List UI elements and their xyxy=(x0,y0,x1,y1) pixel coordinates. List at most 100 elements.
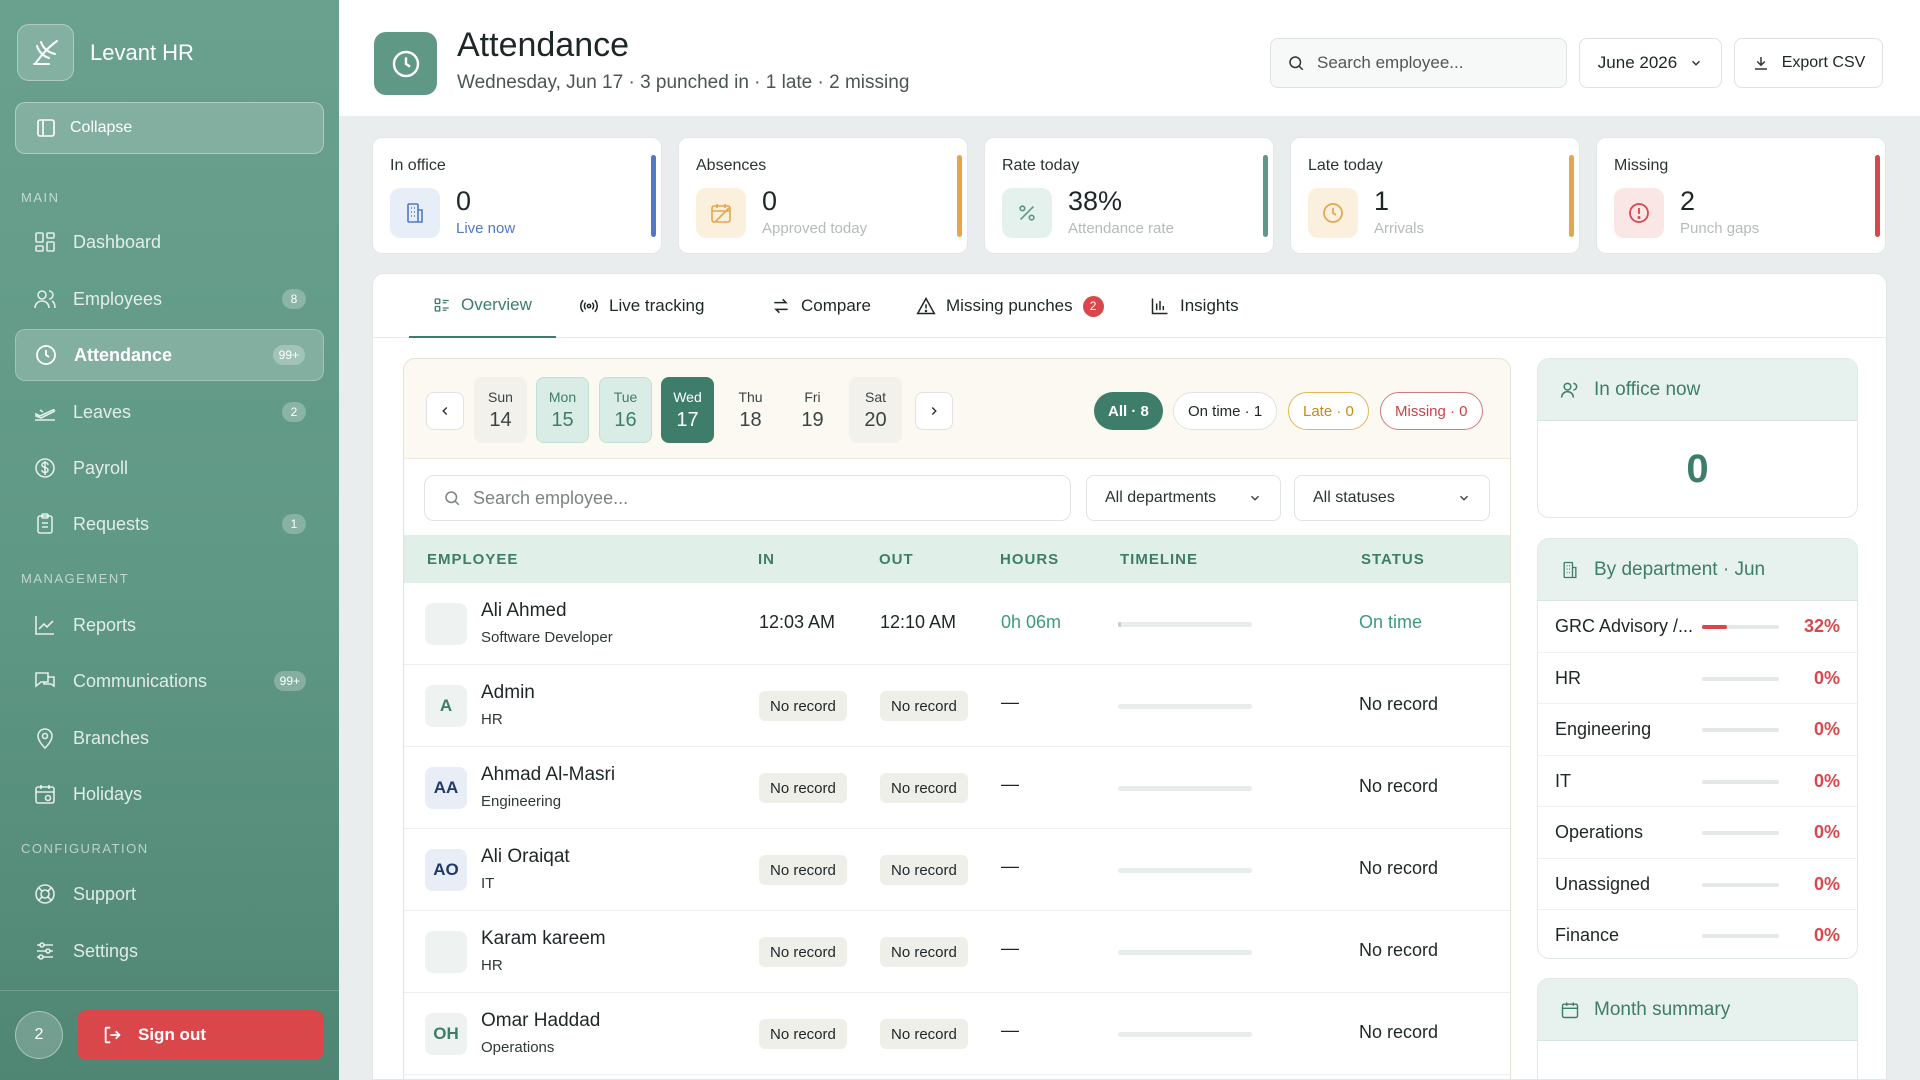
punch-out-time: No record xyxy=(880,691,968,721)
table-row[interactable]: A Admin HR No record No record — No reco… xyxy=(404,665,1510,747)
attendance-table-card: Sun 14 Mon 15 Tue 16 Wed 17 Thu 18 Fri 19 Sat 2… xyxy=(403,358,1511,1079)
collapse-button[interactable]: Collapse xyxy=(15,102,324,154)
filter-chip-all[interactable]: All · 8 xyxy=(1094,392,1163,430)
table-row[interactable]: OH Omar Haddad Operations No record No r… xyxy=(404,993,1510,1075)
status-label: No record xyxy=(1359,858,1439,878)
lifebuoy-icon xyxy=(35,884,55,904)
column-header-timeline[interactable]: TIMELINE xyxy=(1120,551,1198,568)
table-row[interactable]: Karam kareem HR No record No record — No… xyxy=(404,911,1510,993)
table-row[interactable]: AO Ali Oraiqat IT No record No record — … xyxy=(404,829,1510,911)
stat-card-in-office: In office 0 Live now xyxy=(372,137,662,254)
column-header-in[interactable]: IN xyxy=(758,551,775,568)
sign-out-button[interactable]: Sign out xyxy=(77,1010,324,1060)
day-wed[interactable]: Wed 17 xyxy=(661,377,714,443)
prev-day-button[interactable] xyxy=(426,392,464,430)
employee-role: HR xyxy=(481,957,503,974)
logo-icon xyxy=(17,24,74,81)
column-header-out[interactable]: OUT xyxy=(879,551,914,568)
swap-icon xyxy=(774,298,788,314)
sidebar-item-employees[interactable]: Employees 8 xyxy=(15,273,324,325)
tab-bar: Overview Live tracking Compare Missing p… xyxy=(373,274,1886,338)
department-bar xyxy=(1702,676,1779,681)
column-header-hours[interactable]: HOURS xyxy=(1000,551,1059,568)
tab-missing-punches[interactable]: Missing punches 2 xyxy=(892,274,1128,338)
in-office-now-title: In office now xyxy=(1594,378,1701,400)
tab-live-tracking[interactable]: Live tracking xyxy=(555,274,728,338)
sidebar-item-attendance[interactable]: Attendance 99+ xyxy=(15,329,324,381)
department-select[interactable]: All departments xyxy=(1086,475,1281,521)
department-bar xyxy=(1702,728,1779,732)
header-search[interactable] xyxy=(1270,38,1567,88)
stat-value: 1 xyxy=(1374,186,1390,216)
month-select[interactable]: June 2026 xyxy=(1579,38,1722,88)
table-row[interactable]: Ali Ahmed Software Developer 12:03 AM 12… xyxy=(404,583,1510,665)
day-selector: Sun 14 Mon 15 Tue 16 Wed 17 Thu 18 Fri 19 Sat 2… xyxy=(404,359,1510,459)
sidebar-item-holidays[interactable]: Holidays xyxy=(15,768,324,820)
export-csv-button[interactable]: Export CSV xyxy=(1734,38,1883,88)
sidebar-item-branches[interactable]: Branches xyxy=(15,712,324,764)
tab-overview[interactable]: Overview xyxy=(409,274,556,338)
filter-chip-on-time[interactable]: On time · 1 xyxy=(1173,392,1278,430)
logout-icon xyxy=(104,1026,121,1044)
column-header-employee[interactable]: EMPLOYEE xyxy=(427,551,518,568)
sidebar-item-communications[interactable]: Communications 99+ xyxy=(15,655,324,707)
sidebar-item-settings[interactable]: Settings xyxy=(15,925,324,977)
in-office-now-header: In office now xyxy=(1538,359,1857,421)
department-percent: 0% xyxy=(1813,925,1840,945)
filter-chip-missing[interactable]: Missing · 0 xyxy=(1380,392,1483,430)
in-office-now-card: In office now 0 xyxy=(1537,358,1858,518)
day-sun[interactable]: Sun 14 xyxy=(474,377,527,443)
tab-compare[interactable]: Compare xyxy=(747,274,895,338)
chevron-left-icon xyxy=(442,406,448,416)
section-label-management: MANAGEMENT xyxy=(21,571,130,586)
department-row: Operations 0% xyxy=(1538,807,1857,859)
table-search[interactable] xyxy=(424,475,1071,521)
tab-label: Live tracking xyxy=(609,296,705,315)
sidebar-item-label: Settings xyxy=(73,940,139,961)
employee-search-input[interactable] xyxy=(473,487,1033,509)
sidebar-item-label: Support xyxy=(73,883,137,904)
avatar[interactable]: 2 xyxy=(15,1011,63,1059)
stat-label: In office xyxy=(390,157,446,174)
day-fri[interactable]: Fri 19 xyxy=(786,377,839,443)
sidebar-item-dashboard[interactable]: Dashboard xyxy=(15,216,324,268)
department-percent: 0% xyxy=(1813,770,1840,791)
day-tue[interactable]: Tue 16 xyxy=(599,377,652,443)
broadcast-icon xyxy=(580,299,598,313)
status-select[interactable]: All statuses xyxy=(1294,475,1490,521)
timeline-bar xyxy=(1118,622,1252,627)
sidebar-item-requests[interactable]: Requests 1 xyxy=(15,498,324,550)
filter-chip-late[interactable]: Late · 0 xyxy=(1288,392,1369,430)
download-icon xyxy=(1754,57,1767,70)
next-day-button[interactable] xyxy=(915,392,953,430)
building-icon xyxy=(1563,561,1577,578)
section-label-main: MAIN xyxy=(21,190,60,205)
attendance-panel: Overview Live tracking Compare Missing p… xyxy=(372,273,1887,1080)
punch-out-time: No record xyxy=(880,773,968,803)
day-number: 15 xyxy=(551,408,574,431)
avatar: A xyxy=(425,685,467,727)
day-thu[interactable]: Thu 18 xyxy=(724,377,777,443)
stat-sub: Attendance rate xyxy=(1068,220,1174,237)
tab-label: Insights xyxy=(1180,296,1239,315)
sidebar-item-reports[interactable]: Reports xyxy=(15,599,324,651)
stat-value: 2 xyxy=(1680,186,1696,216)
sidebar-item-support[interactable]: Support xyxy=(15,868,324,920)
search-input[interactable] xyxy=(1317,53,1547,73)
avatar: AO xyxy=(425,849,467,891)
employee-name: Karam kareem xyxy=(481,928,606,949)
day-mon[interactable]: Mon 15 xyxy=(536,377,589,443)
sidebar-item-label: Communications xyxy=(73,670,208,691)
sidebar-item-leaves[interactable]: Leaves 2 xyxy=(15,386,324,438)
column-header-status[interactable]: STATUS xyxy=(1361,551,1425,568)
day-sat[interactable]: Sat 20 xyxy=(849,377,902,443)
brand[interactable]: Levant HR xyxy=(17,24,194,81)
department-percent: 0% xyxy=(1813,822,1840,842)
stat-label: Missing xyxy=(1614,157,1669,174)
sidebar-item-payroll[interactable]: Payroll xyxy=(15,442,324,494)
department-select-value: All departments xyxy=(1105,489,1217,506)
table-row[interactable]: AA Ahmad Al-Masri Engineering No record … xyxy=(404,747,1510,829)
department-name: GRC Advisory /... xyxy=(1555,616,1694,636)
tab-insights[interactable]: Insights xyxy=(1126,274,1263,338)
department-row: HR 0% xyxy=(1538,653,1857,704)
